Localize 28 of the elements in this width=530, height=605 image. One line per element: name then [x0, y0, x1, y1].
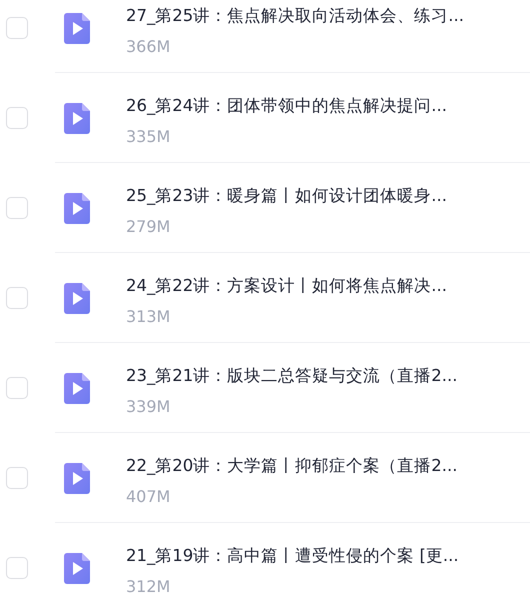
file-size: 279M: [126, 216, 170, 238]
checkbox[interactable]: [6, 377, 28, 399]
file-size: 313M: [126, 306, 170, 328]
file-name[interactable]: 25_第23讲：暖身篇丨如何设计团体暖身...: [126, 185, 447, 207]
file-name[interactable]: 26_第24讲：团体带领中的焦点解决提问...: [126, 95, 447, 117]
video-file-icon: [64, 462, 90, 494]
file-size: 339M: [126, 396, 170, 418]
video-file-icon: [64, 552, 90, 584]
video-file-icon: [64, 372, 90, 404]
checkbox[interactable]: [6, 287, 28, 309]
file-name[interactable]: 24_第22讲：方案设计丨如何将焦点解决...: [126, 275, 447, 297]
checkbox[interactable]: [6, 467, 28, 489]
file-name[interactable]: 27_第25讲：焦点解决取向活动体会、练习...: [126, 5, 464, 27]
file-size: 312M: [126, 576, 170, 598]
file-name[interactable]: 22_第20讲：大学篇丨抑郁症个案（直播2...: [126, 455, 458, 477]
file-size: 366M: [126, 36, 170, 58]
video-file-icon: [64, 102, 90, 134]
file-name[interactable]: 21_第19讲：高中篇丨遭受性侵的个案 [更...: [126, 545, 459, 567]
video-file-icon: [64, 282, 90, 314]
checkbox[interactable]: [6, 17, 28, 39]
file-size: 335M: [126, 126, 170, 148]
checkbox[interactable]: [6, 557, 28, 579]
video-file-icon: [64, 192, 90, 224]
video-file-icon: [64, 12, 90, 44]
file-size: 407M: [126, 486, 170, 508]
checkbox[interactable]: [6, 107, 28, 129]
checkbox[interactable]: [6, 197, 28, 219]
file-name[interactable]: 23_第21讲：版块二总答疑与交流（直播2...: [126, 365, 458, 387]
